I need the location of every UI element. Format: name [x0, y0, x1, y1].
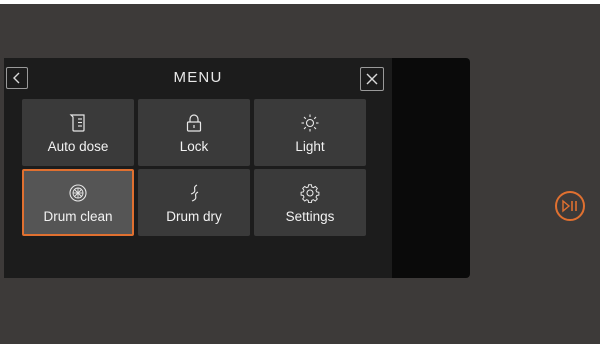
menu-item-label: Lock	[179, 139, 209, 154]
drum-icon	[68, 183, 88, 203]
menu-item-light[interactable]: Light	[254, 99, 366, 166]
play-pause-icon	[562, 199, 577, 213]
steam-icon	[185, 183, 203, 203]
menu-item-label: Drum clean	[43, 209, 113, 224]
menu-item-label: Settings	[285, 209, 335, 224]
top-bezel	[0, 0, 600, 4]
close-icon	[366, 73, 378, 85]
menu-item-label: Light	[295, 139, 325, 154]
display-screen: MENU Auto dose Lock Light Drum clean Dru…	[4, 58, 470, 278]
gear-icon	[300, 183, 320, 203]
play-pause-button[interactable]	[555, 191, 585, 221]
menu-item-auto-dose[interactable]: Auto dose	[22, 99, 134, 166]
sun-icon	[300, 113, 320, 133]
menu-item-label: Drum dry	[166, 209, 222, 224]
detergent-container-icon	[69, 113, 87, 133]
close-button[interactable]	[360, 67, 384, 91]
menu-item-label: Auto dose	[47, 139, 109, 154]
menu-item-drum-dry[interactable]: Drum dry	[138, 169, 250, 236]
menu-item-lock[interactable]: Lock	[138, 99, 250, 166]
menu-item-settings[interactable]: Settings	[254, 169, 366, 236]
page-title: MENU	[173, 69, 223, 86]
menu-grid: Auto dose Lock Light Drum clean Drum dry…	[22, 99, 366, 236]
lock-icon	[186, 113, 202, 133]
menu-panel: MENU Auto dose Lock Light Drum clean Dru…	[4, 58, 392, 278]
menu-item-drum-clean[interactable]: Drum clean	[22, 169, 134, 236]
